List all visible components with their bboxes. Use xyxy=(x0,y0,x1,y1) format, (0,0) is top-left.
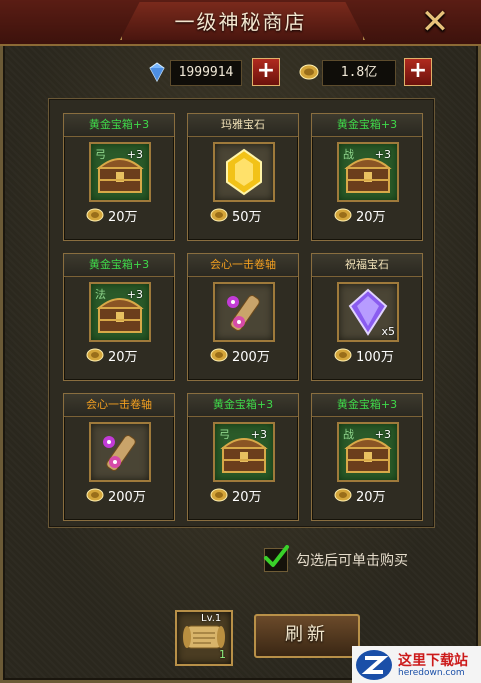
shop-item-slot[interactable] xyxy=(213,282,275,342)
close-icon[interactable]: ✕ xyxy=(418,5,452,40)
diamond-currency: 1999914 + xyxy=(146,58,282,86)
refresh-item-slot[interactable]: Lv.1 1 xyxy=(175,610,233,666)
coin-icon xyxy=(86,488,104,502)
shop-item-slot[interactable]: 法 +3 xyxy=(89,282,151,342)
shop-item-card[interactable]: 黄金宝箱+3 弓 +3 20万 xyxy=(63,113,175,241)
shop-item-name: 黄金宝箱+3 xyxy=(64,114,174,137)
coin-icon xyxy=(334,208,352,222)
shop-item-price: 20万 xyxy=(108,210,138,225)
yellow-gem-icon xyxy=(215,144,273,204)
coin-icon xyxy=(86,348,104,362)
refresh-button[interactable]: 刷新 xyxy=(254,614,360,658)
coin-icon xyxy=(210,488,228,502)
watermark: 这里下载站 heredown.com xyxy=(352,646,481,683)
coin-icon xyxy=(210,348,228,362)
shop-title: 一级神秘商店 xyxy=(174,10,307,34)
shop-item-price: 50万 xyxy=(232,210,262,225)
item-enhance-level: +3 xyxy=(126,148,143,161)
shop-item-name: 黄金宝箱+3 xyxy=(64,254,174,277)
shop-item-name: 黄金宝箱+3 xyxy=(188,394,298,417)
diamond-icon xyxy=(149,62,165,82)
shop-item-slot[interactable]: 战 +3 xyxy=(337,422,399,482)
shop-item-card[interactable]: 玛雅宝石 50万 xyxy=(187,113,299,241)
item-class-tag: 弓 xyxy=(95,148,106,161)
watermark-logo-icon xyxy=(356,650,392,680)
crit-scroll-icon xyxy=(91,424,149,484)
shop-item-price: 20万 xyxy=(108,350,138,365)
shop-item-price: 200万 xyxy=(108,490,146,505)
shop-window: 一级神秘商店 ✕ 1999914 + 1.8亿 + 黄金宝箱+3 弓 +3 20万 玛雅… xyxy=(0,0,481,683)
shop-grid: 黄金宝箱+3 弓 +3 20万 玛雅宝石 50万 黄金宝箱+3 战 +3 20万 黄金宝箱+3 法 +3… xyxy=(48,98,435,528)
shop-item-name: 会心一击卷轴 xyxy=(64,394,174,417)
shop-item-slot[interactable] xyxy=(89,422,151,482)
coin-icon xyxy=(334,348,352,362)
shop-item-card[interactable]: 黄金宝箱+3 弓 +3 20万 xyxy=(187,393,299,521)
shop-item-slot[interactable] xyxy=(213,142,275,202)
gold-balance: 1.8亿 xyxy=(322,60,396,86)
shop-item-price: 100万 xyxy=(356,350,394,365)
coin-icon xyxy=(210,208,228,222)
shop-item-name: 黄金宝箱+3 xyxy=(312,114,422,137)
shop-item-card[interactable]: 黄金宝箱+3 法 +3 20万 xyxy=(63,253,175,381)
refresh-item-level: Lv.1 xyxy=(201,613,222,624)
diamond-balance: 1999914 xyxy=(170,60,242,86)
shop-item-price: 20万 xyxy=(356,210,386,225)
item-enhance-level: +3 xyxy=(374,148,391,161)
shop-item-price: 20万 xyxy=(356,490,386,505)
title-bar: 一级神秘商店 ✕ xyxy=(0,0,481,46)
shop-item-price: 20万 xyxy=(232,490,262,505)
shop-item-slot[interactable]: 弓 +3 xyxy=(89,142,151,202)
crit-scroll-icon xyxy=(215,284,273,344)
checkmark-icon xyxy=(264,545,289,567)
shop-item-slot[interactable]: x5 xyxy=(337,282,399,342)
item-class-tag: 战 xyxy=(343,428,354,441)
add-diamond-button[interactable]: + xyxy=(252,58,280,86)
watermark-sub: heredown.com xyxy=(398,668,465,678)
shop-item-card[interactable]: 祝福宝石 x5 100万 xyxy=(311,253,423,381)
shop-item-slot[interactable]: 弓 +3 xyxy=(213,422,275,482)
shop-item-card[interactable]: 会心一击卷轴 200万 xyxy=(187,253,299,381)
coin-icon xyxy=(299,64,319,80)
item-class-tag: 法 xyxy=(95,288,106,301)
shop-item-name: 会心一击卷轴 xyxy=(188,254,298,277)
shop-item-slot[interactable]: 战 +3 xyxy=(337,142,399,202)
item-enhance-level: +3 xyxy=(250,428,267,441)
shop-item-name: 玛雅宝石 xyxy=(188,114,298,137)
item-enhance-level: +3 xyxy=(126,288,143,301)
item-class-tag: 战 xyxy=(343,148,354,161)
buy-checkbox[interactable] xyxy=(264,545,289,572)
shop-item-price: 200万 xyxy=(232,350,270,365)
shop-item-card[interactable]: 黄金宝箱+3 战 +3 20万 xyxy=(311,113,423,241)
gold-currency: 1.8亿 + xyxy=(298,58,432,86)
coin-icon xyxy=(86,208,104,222)
item-class-tag: 弓 xyxy=(219,428,230,441)
refresh-item-count: 1 xyxy=(219,648,226,661)
item-enhance-level: +3 xyxy=(374,428,391,441)
shop-item-card[interactable]: 会心一击卷轴 200万 xyxy=(63,393,175,521)
coin-icon xyxy=(334,488,352,502)
shop-item-name: 黄金宝箱+3 xyxy=(312,394,422,417)
add-gold-button[interactable]: + xyxy=(404,58,432,86)
checkbox-label: 勾选后可单击购买 xyxy=(296,553,408,569)
shop-item-card[interactable]: 黄金宝箱+3 战 +3 20万 xyxy=(311,393,423,521)
watermark-text: 这里下载站 xyxy=(398,653,468,669)
item-quantity: x5 xyxy=(381,325,395,338)
shop-item-name: 祝福宝石 xyxy=(312,254,422,277)
